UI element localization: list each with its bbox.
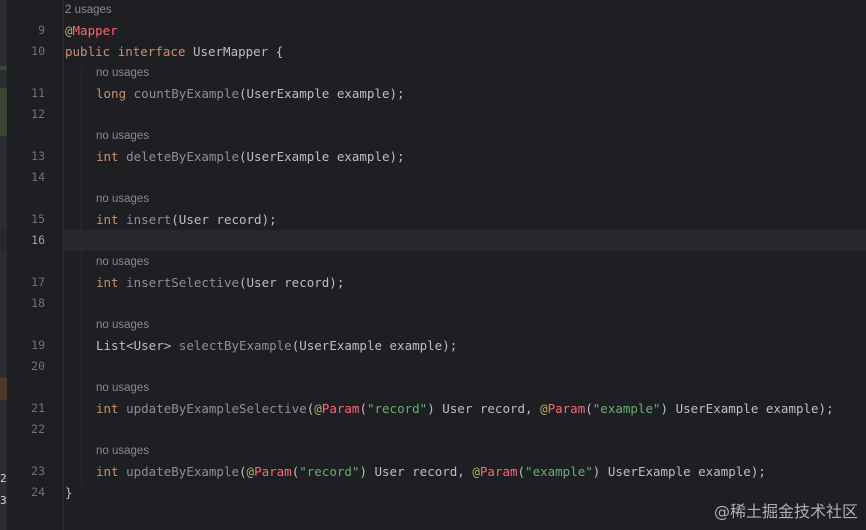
usages-hint[interactable]: no usages xyxy=(96,189,149,210)
string-literal: "record" xyxy=(366,401,428,416)
line-number-current: 16 xyxy=(31,233,45,247)
method-params: (User record); xyxy=(239,275,345,290)
class-declaration: UserMapper { xyxy=(185,44,284,59)
line-number: 13 xyxy=(31,149,45,163)
paren: ( xyxy=(239,464,247,479)
usages-hint[interactable]: no usages xyxy=(96,252,149,273)
keyword: long xyxy=(96,86,127,101)
line-number: 19 xyxy=(31,338,45,352)
usages-hint[interactable]: no usages xyxy=(96,441,149,462)
method-name: insertSelective xyxy=(126,275,239,290)
string-literal: "record" xyxy=(299,464,360,479)
line-number: 20 xyxy=(31,359,45,373)
annotation-at: @ xyxy=(540,401,548,416)
paren: ( xyxy=(359,401,367,416)
code-line-15[interactable]: int insert(User record); xyxy=(96,209,277,230)
code-line-13[interactable]: int deleteByExample(UserExample example)… xyxy=(96,146,405,167)
paren: ( xyxy=(585,401,593,416)
keyword: public xyxy=(65,44,111,59)
method-name: deleteByExample xyxy=(126,149,239,164)
edge-digit: 2 xyxy=(0,472,7,485)
paren: ) xyxy=(660,401,669,416)
line-number: 22 xyxy=(31,422,45,436)
method-params: (UserExample example); xyxy=(239,149,405,164)
code-line-17[interactable]: int insertSelective(User record); xyxy=(96,272,344,293)
annotation-at: @ xyxy=(314,401,322,416)
code-line-11[interactable]: long countByExample(UserExample example)… xyxy=(96,83,405,104)
keyword: int xyxy=(96,464,119,479)
strip-marker xyxy=(0,66,7,70)
method-params: (UserExample example); xyxy=(291,338,458,353)
line-number: 24 xyxy=(31,485,45,499)
keyword: int xyxy=(96,275,119,290)
keyword: int xyxy=(96,149,119,164)
code-line-10[interactable]: public interface UserMapper { xyxy=(65,41,283,62)
annotation-name: Param xyxy=(254,464,292,479)
annotation-at: @ xyxy=(65,23,73,38)
line-number: 15 xyxy=(31,212,45,226)
code-line-21[interactable]: int updateByExampleSelective(@Param("rec… xyxy=(96,398,834,419)
method-name: insert xyxy=(126,212,172,227)
string-literal: "example" xyxy=(525,464,593,479)
method-params: (User record); xyxy=(171,212,277,227)
code-text-area[interactable]: 2 usages @Mapper public interface UserMa… xyxy=(64,0,866,530)
line-number: 23 xyxy=(31,464,45,478)
usages-hint[interactable]: no usages xyxy=(96,378,149,399)
param-decl: User record, xyxy=(434,401,541,416)
keyword: int xyxy=(96,212,119,227)
line-number: 21 xyxy=(31,401,45,415)
usages-hint[interactable]: no usages xyxy=(96,315,149,336)
annotation-name: Param xyxy=(321,401,360,416)
code-line-9[interactable]: @Mapper xyxy=(65,20,118,41)
code-line-24[interactable]: } xyxy=(65,482,73,503)
method-name: updateByExampleSelective xyxy=(126,401,307,416)
paren: ( xyxy=(517,464,526,479)
line-number: 9 xyxy=(38,23,45,37)
watermark-text: @稀土掘金技术社区 xyxy=(713,502,858,521)
param-decl: User record, xyxy=(366,464,473,479)
strip-marker xyxy=(0,378,7,400)
edge-digit: 3 xyxy=(0,494,7,507)
line-number: 17 xyxy=(31,275,45,289)
line-number: 11 xyxy=(31,86,45,100)
line-number: 18 xyxy=(31,296,45,310)
annotation-at: @ xyxy=(246,464,255,479)
line-number-gutter[interactable]: 9 10 11 12 13 14 15 16 17 18 19 20 21 22… xyxy=(7,0,64,530)
usages-hint[interactable]: 2 usages xyxy=(65,0,112,21)
usages-hint[interactable]: no usages xyxy=(96,63,149,84)
return-type: List<User> xyxy=(96,338,179,353)
method-name: countByExample xyxy=(133,86,239,101)
keyword: int xyxy=(96,401,119,416)
keyword: interface xyxy=(117,44,186,59)
code-line-19[interactable]: List<User> selectByExample(UserExample e… xyxy=(96,335,457,356)
line-number: 10 xyxy=(31,44,45,58)
code-editor[interactable]: 2 3 9 10 11 12 13 14 15 16 17 18 19 20 2… xyxy=(0,0,866,530)
usages-hint[interactable]: no usages xyxy=(96,126,149,147)
method-name: selectByExample xyxy=(178,338,292,353)
code-line-23[interactable]: int updateByExample(@Param("record") Use… xyxy=(96,461,766,482)
annotation-name: Mapper xyxy=(72,23,118,38)
paren: ) xyxy=(359,464,367,479)
strip-marker xyxy=(0,88,7,136)
param-decl: UserExample example); xyxy=(600,464,766,479)
annotation-at: @ xyxy=(472,464,480,479)
annotation-name: Param xyxy=(547,401,586,416)
annotation-name: Param xyxy=(479,464,518,479)
param-decl: UserExample example); xyxy=(668,401,834,416)
string-literal: "example" xyxy=(592,401,661,416)
line-number: 14 xyxy=(31,170,45,184)
paren: ) xyxy=(427,401,435,416)
left-tool-strip: 2 3 xyxy=(0,0,7,530)
closing-brace: } xyxy=(65,485,73,500)
line-number: 12 xyxy=(31,107,45,121)
method-name: updateByExample xyxy=(126,464,239,479)
method-params: (UserExample example); xyxy=(239,86,405,101)
